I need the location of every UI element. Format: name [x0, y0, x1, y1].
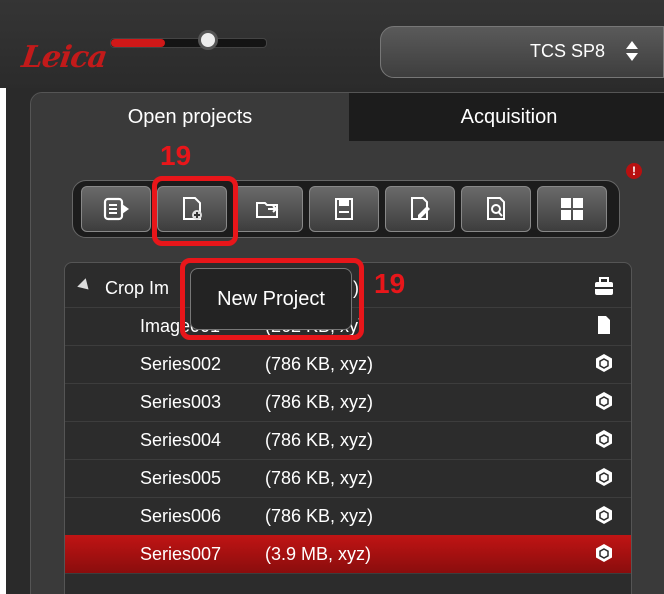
annotation-number-tooltip: 19 — [374, 268, 406, 299]
tree-item-name: Series007 — [140, 544, 222, 564]
zoom-slider[interactable] — [110, 38, 267, 48]
annotation-number-toolbar: 19 — [160, 140, 192, 171]
tree-item-info: (786 KB, xyz) — [265, 392, 374, 412]
tree-item-name: Series006 — [140, 506, 222, 526]
tree-item-row[interactable]: Series005 (786 KB, xyz) — [65, 459, 631, 498]
layout-button[interactable] — [537, 186, 607, 232]
tree-item-row[interactable]: Series002 (786 KB, xyz) — [65, 345, 631, 384]
tree-item-name: Series004 — [140, 430, 222, 450]
save-icon — [335, 198, 353, 220]
tree-item-name: Series005 — [140, 468, 222, 488]
tree-item-info: (786 KB, xyz) — [265, 430, 374, 450]
cube-icon — [596, 354, 612, 372]
cube-icon — [596, 544, 612, 562]
left-border — [0, 88, 6, 594]
logo-text: Leica — [19, 40, 109, 75]
open-project-button[interactable] — [233, 186, 303, 232]
tab-acquisition[interactable]: Acquisition — [349, 93, 664, 141]
cube-icon — [596, 430, 612, 448]
tree-item-row[interactable]: Series006 (786 KB, xyz) — [65, 497, 631, 536]
header-bar: Leica TCS SP8 — [0, 0, 664, 88]
open-folder-icon — [256, 202, 279, 218]
microscope-select[interactable]: TCS SP8 — [380, 26, 664, 78]
edit-document-icon — [411, 197, 430, 220]
cube-icon — [596, 468, 612, 486]
cube-icon — [596, 392, 612, 410]
edit-project-button[interactable] — [385, 186, 455, 232]
document-icon — [598, 316, 610, 334]
tree-item-info: (786 KB, xyz) — [265, 468, 374, 488]
save-project-button[interactable] — [309, 186, 379, 232]
up-down-arrows-icon — [626, 41, 638, 61]
tree-item-info: (786 KB, xyz) — [265, 354, 374, 374]
tree-root-label: Crop Im — [105, 278, 170, 298]
cube-icon — [596, 506, 612, 524]
app-window: Leica TCS SP8 Open projects Acquisition … — [0, 0, 664, 594]
tree-item-row[interactable]: Series003 (786 KB, xyz) — [65, 383, 631, 422]
logo: Leica — [10, 22, 110, 75]
slider-handle[interactable] — [198, 30, 218, 50]
info-alert-icon[interactable]: ! — [626, 163, 642, 179]
microscope-select-value: TCS SP8 — [529, 41, 605, 61]
tree-item-name: Series003 — [140, 392, 222, 412]
find-project-button[interactable] — [461, 186, 531, 232]
tree-item-name: Series002 — [140, 354, 222, 374]
expand-arrow-icon[interactable] — [77, 278, 93, 294]
menu-arrow-icon — [103, 197, 129, 221]
tree-item-info: (3.9 MB, xyz) — [265, 544, 372, 564]
briefcase-icon — [595, 277, 613, 295]
tree-item-row[interactable]: Series007 (3.9 MB, xyz) — [65, 535, 631, 574]
tab-open-projects[interactable]: Open projects — [31, 93, 349, 141]
toggle-menu-button[interactable] — [81, 186, 151, 232]
grid-layout-icon — [561, 198, 583, 220]
tooltip-highlight — [180, 258, 364, 340]
find-document-icon — [487, 197, 505, 220]
tree-item-row[interactable]: Series004 (786 KB, xyz) — [65, 421, 631, 460]
new-project-highlight — [152, 176, 238, 246]
tree-item-info: (786 KB, xyz) — [265, 506, 374, 526]
slider-fill — [111, 39, 165, 47]
